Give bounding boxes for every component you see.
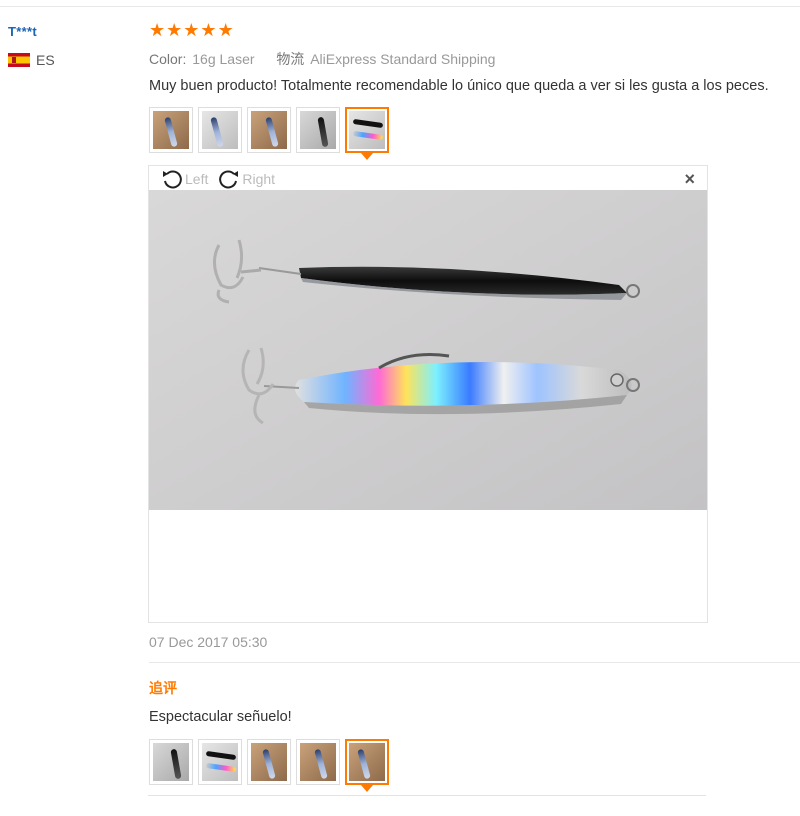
followup-thumbnail[interactable] [198, 739, 242, 785]
review-thumbnail[interactable] [198, 107, 242, 153]
review-thumbnail[interactable] [149, 107, 193, 153]
star-icon: ★ [217, 20, 234, 41]
image-viewer: Left Right × [148, 165, 708, 623]
followup-label: 追评 [149, 680, 177, 696]
followup-text: Espectacular señuelo! [149, 709, 292, 725]
viewer-toolbar: Left Right [161, 168, 275, 190]
rotate-left-button[interactable]: Left [161, 168, 208, 190]
shipping-label: 物流 [276, 51, 305, 67]
rotate-left-icon [163, 170, 182, 189]
followup-thumbnail[interactable] [247, 739, 291, 785]
active-caret-icon [361, 785, 373, 792]
star-rating: ★ ★ ★ ★ ★ [149, 22, 234, 40]
color-label: Color: [149, 51, 187, 67]
review-meta: Color: 16g Laser 物流 AliExpress Standard … [149, 49, 495, 69]
review-thumbnail[interactable] [247, 107, 291, 153]
review-text: Muy buen producto! Totalmente recomendab… [149, 78, 769, 94]
review-date: 07 Dec 2017 05:30 [149, 634, 268, 650]
review-thumbnail-active[interactable] [345, 107, 389, 160]
spain-flag-icon [8, 53, 30, 67]
star-icon: ★ [149, 20, 166, 41]
followup-thumbnail-active[interactable] [345, 739, 389, 792]
followup-thumbnail[interactable] [296, 739, 340, 785]
rotate-right-button[interactable]: Right [218, 168, 275, 190]
color-value: 16g Laser [192, 51, 255, 67]
active-caret-icon [361, 153, 373, 160]
close-icon[interactable]: × [684, 169, 695, 189]
shipping-value: AliExpress Standard Shipping [310, 51, 496, 67]
reviewer-name[interactable]: T***t [8, 24, 37, 39]
reviewer-country: ES [8, 52, 55, 68]
country-code: ES [36, 52, 55, 68]
followup-divider [149, 662, 800, 663]
followup-thumbnails [149, 739, 389, 792]
followup-thumbnail[interactable] [149, 739, 193, 785]
star-icon: ★ [200, 20, 217, 41]
review-thumbnail[interactable] [296, 107, 340, 153]
followup-image-viewer [148, 795, 706, 816]
rotate-left-label: Left [185, 171, 209, 187]
rotate-right-label: Right [242, 171, 276, 187]
review-thumbnails [149, 107, 389, 160]
top-divider [0, 6, 800, 7]
review-photo [149, 190, 707, 510]
star-icon: ★ [183, 20, 200, 41]
rotate-right-icon [219, 170, 239, 189]
star-icon: ★ [166, 20, 183, 41]
